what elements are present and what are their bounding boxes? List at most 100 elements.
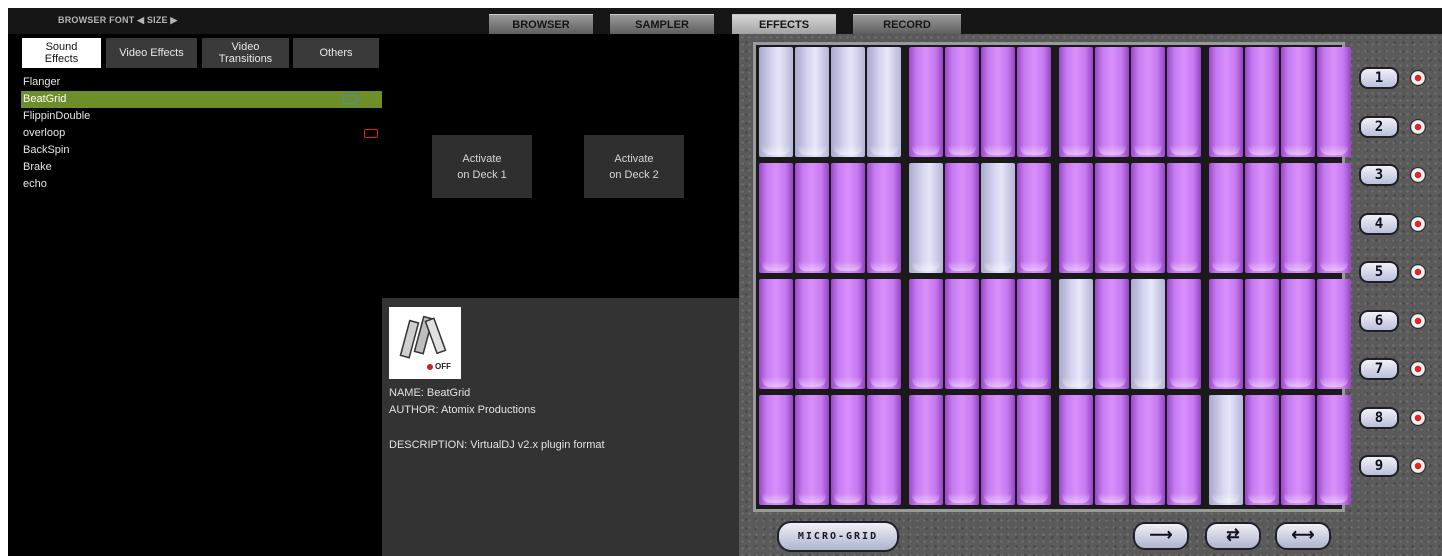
grid-step-button[interactable] <box>867 163 901 273</box>
category-others[interactable]: Others <box>293 38 379 68</box>
preset-5-button[interactable]: 5 <box>1359 261 1399 283</box>
preset-6-button[interactable]: 6 <box>1359 309 1399 332</box>
grid-step-button[interactable] <box>759 163 793 273</box>
grid-step-button[interactable] <box>1209 395 1243 505</box>
grid-step-button[interactable] <box>759 395 793 505</box>
preset-2-button[interactable]: 2 <box>1359 115 1399 138</box>
grid-step-button[interactable] <box>1017 395 1051 505</box>
grid-step-button[interactable] <box>1209 47 1243 157</box>
activate-deck-1-button[interactable]: Activate on Deck 1 <box>432 135 532 198</box>
grid-step-button[interactable] <box>1167 279 1201 389</box>
grid-step-button[interactable] <box>759 47 793 157</box>
list-item[interactable]: Brake <box>22 159 382 176</box>
bidirectional-arrow-button[interactable]: ⟷ <box>1275 522 1331 550</box>
category-video-transitions[interactable]: Video Transitions <box>202 38 289 68</box>
activate-deck-2-button[interactable]: Activate on Deck 2 <box>584 135 684 198</box>
grid-step-button[interactable] <box>831 163 865 273</box>
grid-step-button[interactable] <box>909 163 943 273</box>
grid-step-button[interactable] <box>945 47 979 157</box>
preset-5-led-icon[interactable] <box>1410 264 1426 280</box>
swap-arrow-button[interactable]: ⇄ <box>1205 522 1261 550</box>
grid-step-button[interactable] <box>1017 47 1051 157</box>
grid-step-button[interactable] <box>1209 279 1243 389</box>
preset-9-button[interactable]: 9 <box>1359 455 1399 477</box>
grid-step-button[interactable] <box>1317 279 1351 389</box>
grid-step-button[interactable] <box>1317 47 1351 157</box>
preset-2-led-icon[interactable] <box>1410 118 1426 135</box>
tab-record[interactable]: RECORD <box>853 14 961 34</box>
grid-step-button[interactable] <box>1317 395 1351 505</box>
preset-1-led-icon[interactable] <box>1410 70 1426 86</box>
grid-step-button[interactable] <box>1059 279 1093 389</box>
preset-6-led-icon[interactable] <box>1410 312 1426 329</box>
category-sound-effects[interactable]: Sound Effects <box>22 38 101 68</box>
list-item[interactable]: echo <box>22 176 382 193</box>
grid-step-button[interactable] <box>1281 279 1315 389</box>
preset-3-led-icon[interactable] <box>1410 167 1426 183</box>
tab-effects[interactable]: EFFECTS <box>732 14 836 34</box>
grid-step-button[interactable] <box>1095 279 1129 389</box>
grid-step-button[interactable] <box>1095 163 1129 273</box>
grid-step-button[interactable] <box>1245 47 1279 157</box>
preset-7-button[interactable]: 7 <box>1359 358 1399 380</box>
grid-step-button[interactable] <box>1245 395 1279 505</box>
preset-8-button[interactable]: 8 <box>1359 406 1399 429</box>
grid-step-button[interactable] <box>867 279 901 389</box>
forward-arrow-button[interactable]: ⟶ <box>1133 522 1189 550</box>
grid-step-button[interactable] <box>945 395 979 505</box>
grid-step-button[interactable] <box>1131 163 1165 273</box>
grid-step-button[interactable] <box>945 279 979 389</box>
category-video-effects[interactable]: Video Effects <box>106 38 197 68</box>
grid-step-button[interactable] <box>1059 47 1093 157</box>
grid-step-button[interactable] <box>1017 279 1051 389</box>
list-item[interactable]: Flanger <box>22 74 382 91</box>
grid-step-button[interactable] <box>1281 47 1315 157</box>
grid-step-button[interactable] <box>909 279 943 389</box>
preset-9-led-icon[interactable] <box>1410 458 1426 474</box>
preset-7-led-icon[interactable] <box>1410 361 1426 377</box>
browser-font-size-control[interactable]: BROWSER FONT ◀ SIZE ▶ <box>58 15 178 26</box>
grid-step-button[interactable] <box>831 395 865 505</box>
micro-grid-button[interactable]: MICRO-GRID <box>777 521 899 552</box>
preset-3-button[interactable]: 3 <box>1359 164 1399 186</box>
list-item[interactable]: BackSpin <box>22 142 382 159</box>
list-item[interactable]: FlippinDouble <box>22 108 382 125</box>
grid-step-button[interactable] <box>795 279 829 389</box>
grid-step-button[interactable] <box>1131 395 1165 505</box>
grid-step-button[interactable] <box>1059 395 1093 505</box>
tab-sampler[interactable]: SAMPLER <box>610 14 714 34</box>
grid-step-button[interactable] <box>1245 163 1279 273</box>
grid-step-button[interactable] <box>1095 47 1129 157</box>
grid-step-button[interactable] <box>831 47 865 157</box>
grid-step-button[interactable] <box>795 395 829 505</box>
grid-step-button[interactable] <box>1167 395 1201 505</box>
grid-step-button[interactable] <box>759 279 793 389</box>
grid-step-button[interactable] <box>1167 163 1201 273</box>
grid-step-button[interactable] <box>1059 163 1093 273</box>
grid-step-button[interactable] <box>795 163 829 273</box>
grid-step-button[interactable] <box>1167 47 1201 157</box>
grid-step-button[interactable] <box>981 395 1015 505</box>
grid-step-button[interactable] <box>945 163 979 273</box>
grid-step-button[interactable] <box>1095 395 1129 505</box>
grid-step-button[interactable] <box>981 47 1015 157</box>
preset-8-led-icon[interactable] <box>1410 409 1426 426</box>
preset-4-led-icon[interactable] <box>1410 215 1426 232</box>
grid-step-button[interactable] <box>1281 395 1315 505</box>
preset-4-button[interactable]: 4 <box>1359 212 1399 235</box>
grid-step-button[interactable] <box>831 279 865 389</box>
list-item-selected[interactable]: BeatGrid <box>21 91 382 108</box>
grid-step-button[interactable] <box>867 47 901 157</box>
tab-browser[interactable]: BROWSER <box>489 14 593 34</box>
grid-step-button[interactable] <box>1209 163 1243 273</box>
grid-step-button[interactable] <box>1281 163 1315 273</box>
grid-step-button[interactable] <box>1131 279 1165 389</box>
grid-step-button[interactable] <box>1017 163 1051 273</box>
grid-step-button[interactable] <box>981 279 1015 389</box>
grid-step-button[interactable] <box>1317 163 1351 273</box>
grid-step-button[interactable] <box>1131 47 1165 157</box>
grid-step-button[interactable] <box>909 395 943 505</box>
preset-1-button[interactable]: 1 <box>1359 67 1399 89</box>
list-item[interactable]: overloop <box>22 125 382 142</box>
grid-step-button[interactable] <box>795 47 829 157</box>
